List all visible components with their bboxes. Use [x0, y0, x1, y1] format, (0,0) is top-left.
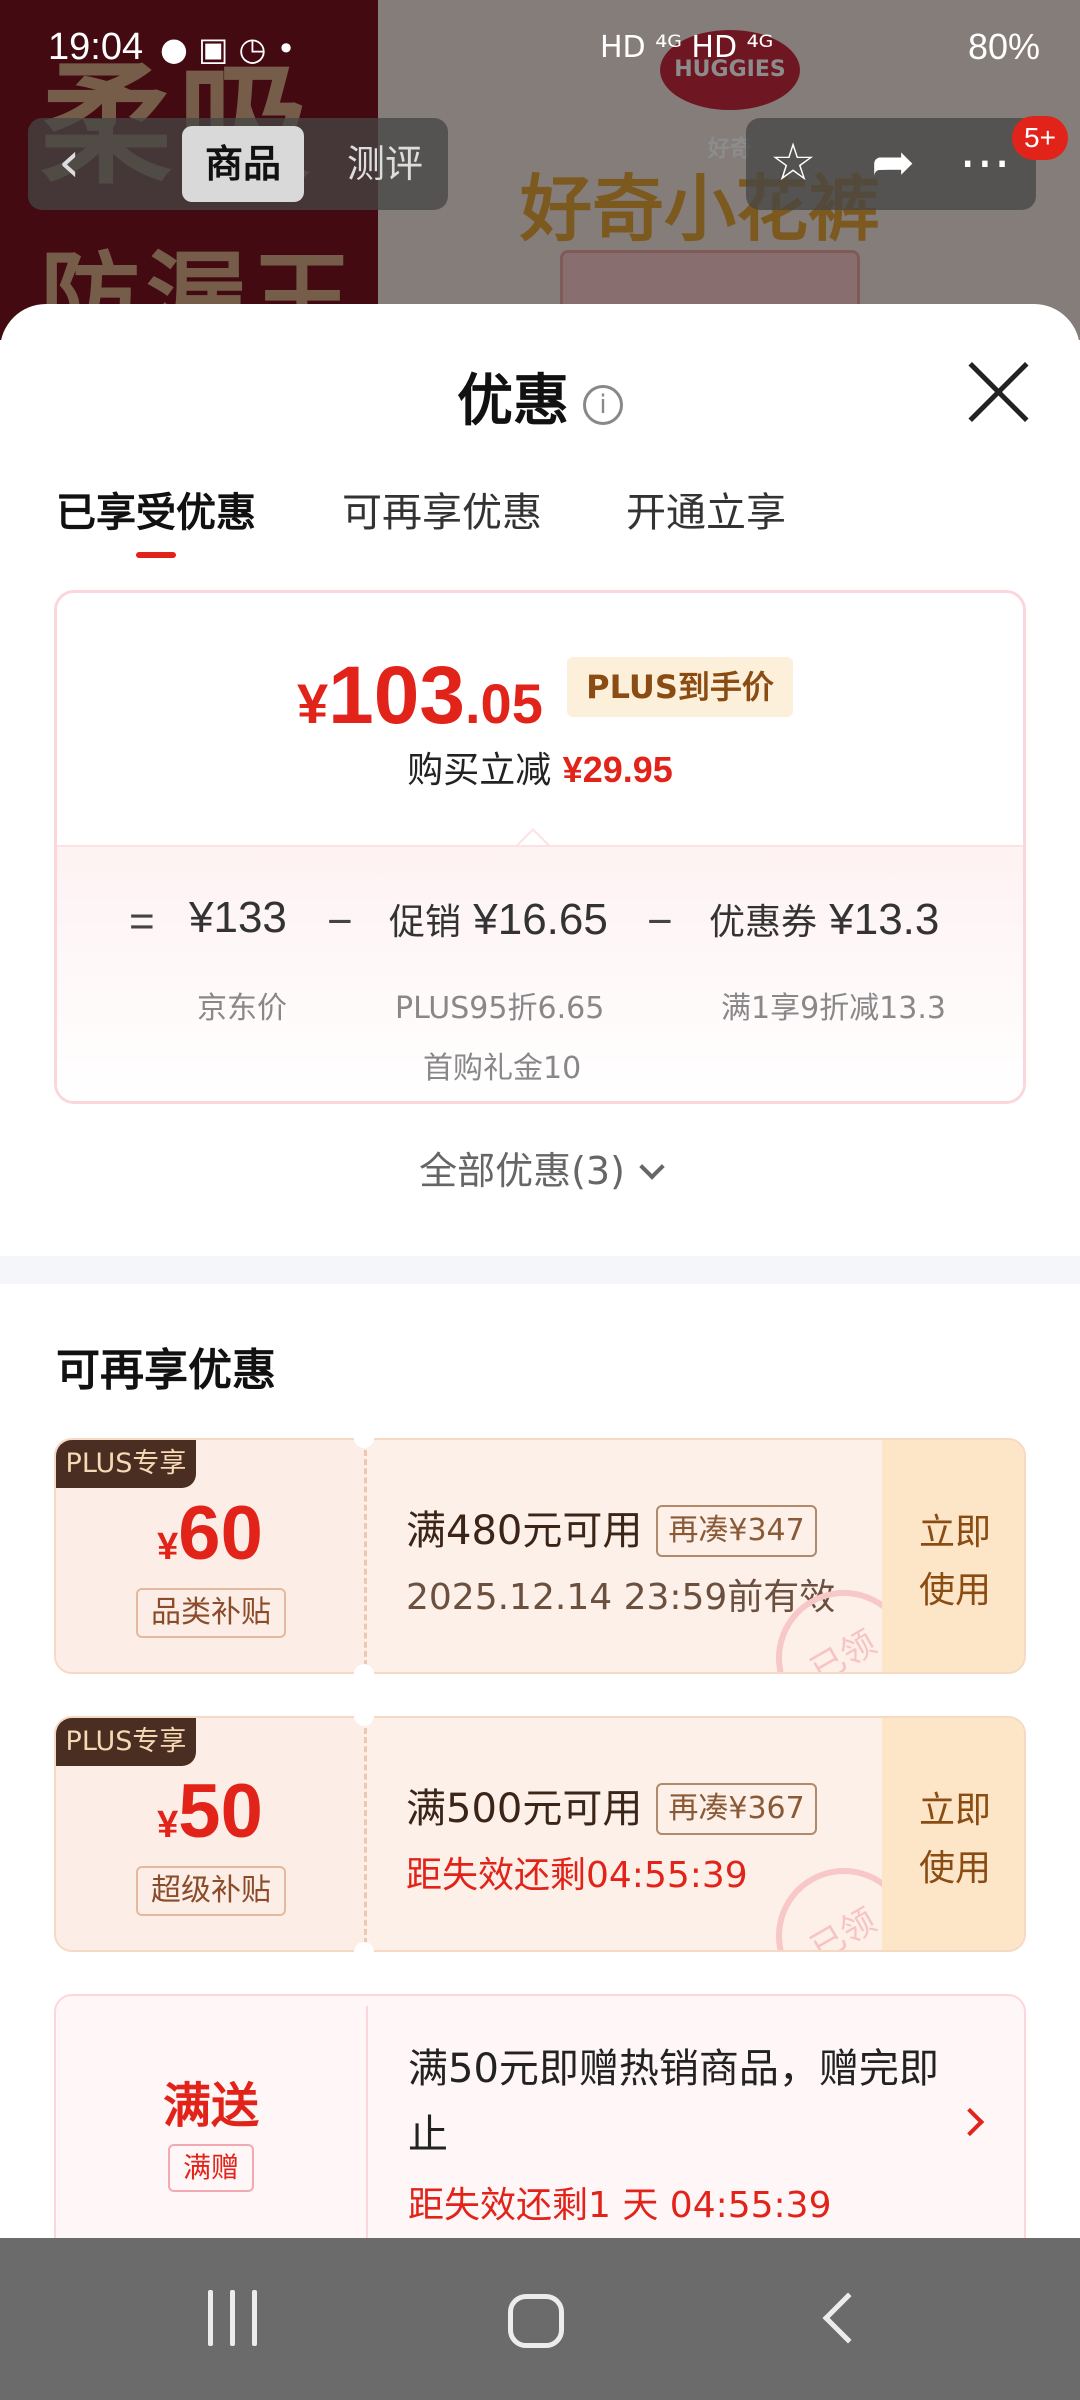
coupon-notch-bottom	[354, 1664, 374, 1684]
gift-type-tag: 满赠	[168, 2144, 254, 2192]
use-now-button[interactable]: 立即 使用	[882, 1440, 1024, 1672]
coupon-type: 超级补贴	[136, 1866, 286, 1916]
coupon-amount: 50	[178, 1769, 263, 1854]
tab-review[interactable]: 测评	[330, 126, 440, 202]
gift-countdown: 距失效还剩1 天 04:55:39	[408, 2185, 832, 2226]
price-decimal: .05	[464, 672, 543, 735]
coupon-condition: 满500元可用 再凑¥367	[406, 1776, 817, 1835]
info-icon[interactable]: i	[583, 384, 623, 425]
promo-amount: 促销 ¥16.65	[389, 893, 608, 945]
coupon-notch-top	[354, 1706, 374, 1726]
chevron-right-icon	[955, 2107, 985, 2137]
share-icon[interactable]: ➦	[858, 128, 928, 198]
tab-enjoyed-discounts[interactable]: 已享受优惠	[56, 480, 256, 538]
gift-description: 满50元即赠热销商品，赠完即止	[408, 2046, 939, 2158]
plus-exclusive-tag: PLUS专享	[56, 1718, 196, 1766]
promo-detail-plus: PLUS95折6.65	[395, 991, 605, 1026]
coupon-amount: 优惠券 ¥13.3	[709, 893, 939, 945]
coupon-currency: ¥	[157, 1526, 179, 1568]
chevron-down-icon	[639, 1154, 665, 1180]
minus-sign: −	[327, 897, 353, 946]
message-badge: 5+	[1012, 116, 1068, 160]
price-integer: 103	[328, 650, 465, 741]
coupon-validity: 2025.12.14 23:59前有效	[406, 1577, 836, 1618]
final-price-card: ¥103.05 PLUS到手价 购买立减 ¥29.95 = ¥133 京东价 −…	[54, 590, 1026, 1104]
close-icon[interactable]	[962, 356, 1034, 428]
coupon-value: ¥13.3	[829, 895, 940, 944]
coupon-condition: 满480元可用 再凑¥347	[406, 1498, 817, 1557]
star-icon[interactable]: ☆	[758, 128, 828, 198]
home-icon[interactable]	[496, 2282, 576, 2362]
coupon-condition-text: 满500元可用	[406, 1786, 643, 1832]
network-icons: HD ⁴ᴳ HD ⁴ᴳ	[600, 30, 774, 65]
coupon-countdown: 距失效还剩04:55:39	[406, 1855, 748, 1896]
coupon-divider	[364, 1450, 367, 1666]
discount-bottom-sheet: 优惠 i 已享受优惠 可再享优惠 开通立享 ¥103.05 PLUS到手价 购买立…	[0, 304, 1080, 2238]
tab-activate-discounts[interactable]: 开通立享	[626, 480, 786, 538]
coupon-detail: 满1享9折减13.3	[721, 991, 946, 1026]
coupon-gap-tag: 再凑¥347	[656, 1505, 817, 1557]
more-discounts-title: 可再享优惠	[56, 1345, 276, 1396]
discount-tabs: 已享受优惠 可再享优惠 开通立享	[56, 480, 1036, 560]
notification-icons: ● ▣ ◷ •	[160, 30, 296, 68]
jd-price: ¥133	[189, 893, 287, 942]
more-icon[interactable]: ⋯	[950, 128, 1020, 198]
all-discounts-label: 全部优惠(3)	[419, 1149, 625, 1193]
coupon-currency: ¥	[157, 1804, 179, 1846]
price-summary: ¥103.05 PLUS到手价 购买立减 ¥29.95	[57, 593, 1023, 845]
coupon-divider	[364, 1728, 367, 1944]
price-formula: = ¥133 京东价 − 促销 ¥16.65 PLUS95折6.65 首购礼金1…	[57, 845, 1023, 1101]
coupon-condition-text: 满480元可用	[406, 1508, 643, 1554]
tab-product[interactable]: 商品	[182, 126, 304, 202]
coupon-amount: 60	[178, 1491, 263, 1576]
final-price: ¥103.05	[297, 649, 543, 743]
plus-price-tag: PLUS到手价	[567, 657, 793, 717]
total-reduction: 购买立减 ¥29.95	[57, 741, 1023, 793]
coupon-value: ¥60	[56, 1490, 364, 1577]
minus-sign: −	[647, 897, 673, 946]
active-tab-indicator	[136, 552, 176, 558]
plus-exclusive-tag: PLUS专享	[56, 1440, 196, 1488]
use-now-button[interactable]: 立即 使用	[882, 1718, 1024, 1950]
coupon-card: PLUS专享 ¥50 超级补贴 满500元可用 再凑¥367 距失效还剩04:55…	[54, 1716, 1026, 1952]
coupon-value: ¥50	[56, 1768, 364, 1855]
back-icon[interactable]	[800, 2282, 880, 2362]
sheet-title: 优惠 i	[0, 356, 1080, 437]
reduction-label: 购买立减	[407, 750, 552, 791]
price-currency: ¥	[297, 672, 329, 735]
recent-apps-icon[interactable]	[192, 2282, 272, 2362]
all-discounts-toggle[interactable]: 全部优惠(3)	[0, 1140, 1080, 1195]
coupon-card: PLUS专享 ¥60 品类补贴 满480元可用 再凑¥347 2025.12.14…	[54, 1438, 1026, 1674]
tab-more-discounts[interactable]: 可再享优惠	[342, 480, 542, 538]
jd-price-label: 京东价	[197, 991, 287, 1026]
promo-detail-gift: 首购礼金10	[423, 1051, 582, 1086]
coupon-notch-top	[354, 1428, 374, 1448]
coupon-label: 优惠券	[709, 902, 818, 943]
status-time: 19:04	[48, 26, 144, 68]
sheet-title-text: 优惠	[457, 369, 569, 434]
gift-promotion-card[interactable]: 满送 满赠 满50元即赠热销商品，赠完即止 距失效还剩1 天 04:55:39	[54, 1994, 1026, 2238]
system-navigation-bar	[0, 2238, 1080, 2400]
coupon-type: 品类补贴	[136, 1588, 286, 1638]
coupon-notch-bottom	[354, 1942, 374, 1962]
status-bar: 19:04 ● ▣ ◷ • HD ⁴ᴳ HD ⁴ᴳ 80%	[0, 0, 1080, 100]
coupon-gap-tag: 再凑¥367	[656, 1783, 817, 1835]
battery-level: 80%	[967, 26, 1040, 67]
gift-divider	[366, 2006, 368, 2238]
back-arrow-icon[interactable]: ‹	[58, 130, 118, 196]
reduction-value: ¥29.95	[562, 749, 673, 790]
section-divider	[0, 1256, 1080, 1284]
gift-title: 满送	[162, 2078, 259, 2134]
promo-value: ¥16.65	[473, 895, 608, 944]
equals-sign: =	[129, 897, 155, 946]
promo-label: 促销	[389, 902, 462, 943]
